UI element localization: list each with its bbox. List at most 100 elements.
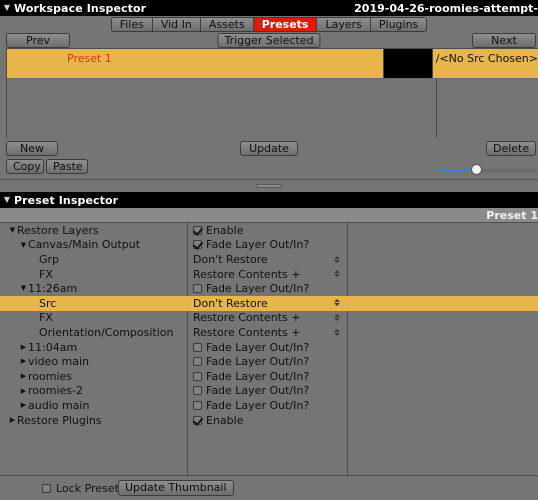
inspector-row-label: Grp [39, 252, 60, 266]
twisty-closed-icon[interactable]: ▶ [19, 354, 28, 369]
select-stepper-arrows-icon[interactable] [333, 326, 341, 338]
inspector-row-checkbox-cell[interactable]: Fade Layer Out/In? [187, 340, 347, 355]
inspector-row-name-cell[interactable]: ▶ 11:04am [0, 340, 187, 355]
tab-files[interactable]: Files [111, 18, 153, 31]
inspector-row-name-cell[interactable]: ▶ roomies [0, 369, 187, 384]
twisty-closed-icon[interactable]: ▶ [19, 340, 28, 355]
twisty-closed-icon[interactable]: ▶ [19, 369, 28, 384]
inspector-row-checkbox[interactable] [193, 371, 202, 381]
inspector-row-checkbox[interactable] [193, 284, 202, 294]
select-stepper-arrows-icon[interactable] [333, 297, 341, 309]
inspector-row-name-cell[interactable]: ▼ Canvas/Main Output [0, 238, 187, 253]
inspector-row-label: roomies-2 [28, 384, 83, 398]
preset-thumbnail[interactable] [384, 49, 433, 78]
update-thumbnail-button[interactable]: Update Thumbnail [118, 480, 234, 496]
inspector-row[interactable]: ▼ 11:26am Fade Layer Out/In? [0, 281, 538, 296]
slider-handle[interactable] [470, 164, 482, 175]
inspector-row[interactable]: FX Restore Contents + [0, 267, 538, 282]
inspector-row-name-cell[interactable]: ▶ video main [0, 354, 187, 369]
inspector-row-checkbox[interactable] [193, 386, 202, 396]
tab-vid-in[interactable]: Vid In [152, 18, 201, 31]
inspector-row-name-cell[interactable]: FX [0, 311, 187, 326]
paste-preset-button[interactable]: Paste [46, 159, 88, 174]
inspector-row-checkbox[interactable] [193, 225, 202, 235]
inspector-row-checkbox-label: Enable [206, 413, 244, 427]
inspector-row-checkbox-cell[interactable]: Fade Layer Out/In? [187, 369, 347, 384]
inspector-row-checkbox[interactable] [193, 342, 202, 352]
select-stepper-arrows-icon[interactable] [333, 253, 341, 265]
lock-preset-toggle[interactable]: Lock Preset [42, 482, 119, 495]
prev-button[interactable]: Prev [6, 33, 70, 48]
preset-row-source: /<No Src Chosen> [435, 52, 538, 65]
inspector-row-checkbox-cell[interactable]: Fade Layer Out/In? [187, 281, 347, 296]
inspector-row-name-cell[interactable]: ▼ 11:26am [0, 281, 187, 296]
inspector-row-select-cell[interactable]: Don't Restore [187, 296, 347, 311]
new-preset-button[interactable]: New [6, 141, 58, 156]
inspector-row[interactable]: ▶ video main Fade Layer Out/In? [0, 354, 538, 369]
twisty-closed-icon[interactable]: ▶ [19, 384, 28, 399]
twisty-open-icon[interactable]: ▼ [8, 223, 17, 238]
inspector-row[interactable]: Grp Don't Restore [0, 252, 538, 267]
inspector-row[interactable]: ▼ Canvas/Main Output Fade Layer Out/In? [0, 238, 538, 253]
inspector-row-checkbox[interactable] [193, 400, 202, 410]
tab-assets[interactable]: Assets [200, 18, 254, 31]
inspector-row-select-cell[interactable]: Restore Contents + [187, 311, 347, 326]
inspector-row-select-cell[interactable]: Don't Restore [187, 252, 347, 267]
preset-inspector-collapse-twisty-icon[interactable]: ▼ [0, 192, 14, 208]
inspector-row-checkbox-cell[interactable]: Enable [187, 223, 347, 238]
twisty-closed-icon[interactable]: ▶ [8, 413, 17, 428]
inspector-row-name-cell[interactable]: ▶ Restore Plugins [0, 413, 187, 428]
inspector-row[interactable]: ▶ audio main Fade Layer Out/In? [0, 398, 538, 413]
select-stepper-arrows-icon[interactable] [333, 312, 341, 324]
tab-layers[interactable]: Layers [317, 18, 371, 31]
inspector-row-checkbox-cell[interactable]: Fade Layer Out/In? [187, 238, 347, 253]
workspace-tabgroup: Files Vid In Assets Presets Layers Plugins [110, 17, 428, 32]
delete-preset-button[interactable]: Delete [486, 141, 536, 156]
inspector-row-checkbox[interactable] [193, 357, 202, 367]
inspector-row-label: FX [39, 311, 53, 325]
twisty-open-icon[interactable]: ▼ [19, 281, 28, 296]
inspector-row-select-cell[interactable]: Restore Contents + [187, 267, 347, 282]
next-button[interactable]: Next [472, 33, 536, 48]
tab-presets[interactable]: Presets [253, 18, 318, 31]
lock-preset-checkbox[interactable] [42, 484, 51, 493]
preset-list-empty-area[interactable] [7, 79, 538, 138]
preset-list[interactable]: Preset 1 /<No Src Chosen> [6, 48, 538, 138]
inspector-row[interactable]: FX Restore Contents + [0, 311, 538, 326]
inspector-row-label: video main [28, 355, 90, 369]
trigger-selected-button[interactable]: Trigger Selected [217, 33, 321, 48]
tab-plugins[interactable]: Plugins [370, 18, 427, 31]
inspector-row-select-value: Restore Contents + [193, 325, 301, 339]
workspace-collapse-twisty-icon[interactable]: ▼ [0, 0, 14, 16]
inspector-row-name-cell[interactable]: Grp [0, 252, 187, 267]
inspector-row-name-cell[interactable]: FX [0, 267, 187, 282]
panel-divider[interactable] [0, 179, 538, 192]
inspector-row-checkbox-cell[interactable]: Fade Layer Out/In? [187, 398, 347, 413]
inspector-row[interactable]: Src Don't Restore [0, 295, 538, 311]
inspector-row-checkbox[interactable] [193, 415, 202, 425]
inspector-row[interactable]: ▶ roomies Fade Layer Out/In? [0, 369, 538, 384]
update-preset-button[interactable]: Update [240, 141, 298, 156]
inspector-row-select-cell[interactable]: Restore Contents + [187, 325, 347, 340]
select-stepper-arrows-icon[interactable] [333, 268, 341, 280]
inspector-row-checkbox-cell[interactable]: Fade Layer Out/In? [187, 384, 347, 399]
inspector-row[interactable]: ▶ roomies-2 Fade Layer Out/In? [0, 384, 538, 399]
panel-divider-grip[interactable] [256, 184, 282, 188]
inspector-row-name-cell[interactable]: Src [0, 296, 187, 311]
inspector-row-checkbox-cell[interactable]: Enable [187, 413, 347, 428]
thumbnail-size-slider[interactable] [438, 164, 538, 176]
twisty-open-icon[interactable]: ▼ [19, 238, 28, 253]
inspector-row-name-cell[interactable]: ▼ Restore Layers [0, 223, 187, 238]
twisty-closed-icon[interactable]: ▶ [19, 398, 28, 413]
inspector-row[interactable]: ▼ Restore Layers Enable [0, 223, 538, 238]
copy-preset-button[interactable]: Copy [6, 159, 44, 174]
inspector-row[interactable]: ▶ Restore Plugins Enable [0, 413, 538, 428]
inspector-row[interactable]: Orientation/Composition Restore Contents … [0, 325, 538, 340]
inspector-row-checkbox[interactable] [193, 240, 202, 250]
inspector-row[interactable]: ▶ 11:04am Fade Layer Out/In? [0, 340, 538, 355]
inspector-row-checkbox-cell[interactable]: Fade Layer Out/In? [187, 354, 347, 369]
inspector-row-name-cell[interactable]: ▶ roomies-2 [0, 384, 187, 399]
inspector-row-name-cell[interactable]: ▶ audio main [0, 398, 187, 413]
inspector-row-name-cell[interactable]: Orientation/Composition [0, 325, 187, 340]
preset-row[interactable]: Preset 1 /<No Src Chosen> [7, 49, 538, 79]
